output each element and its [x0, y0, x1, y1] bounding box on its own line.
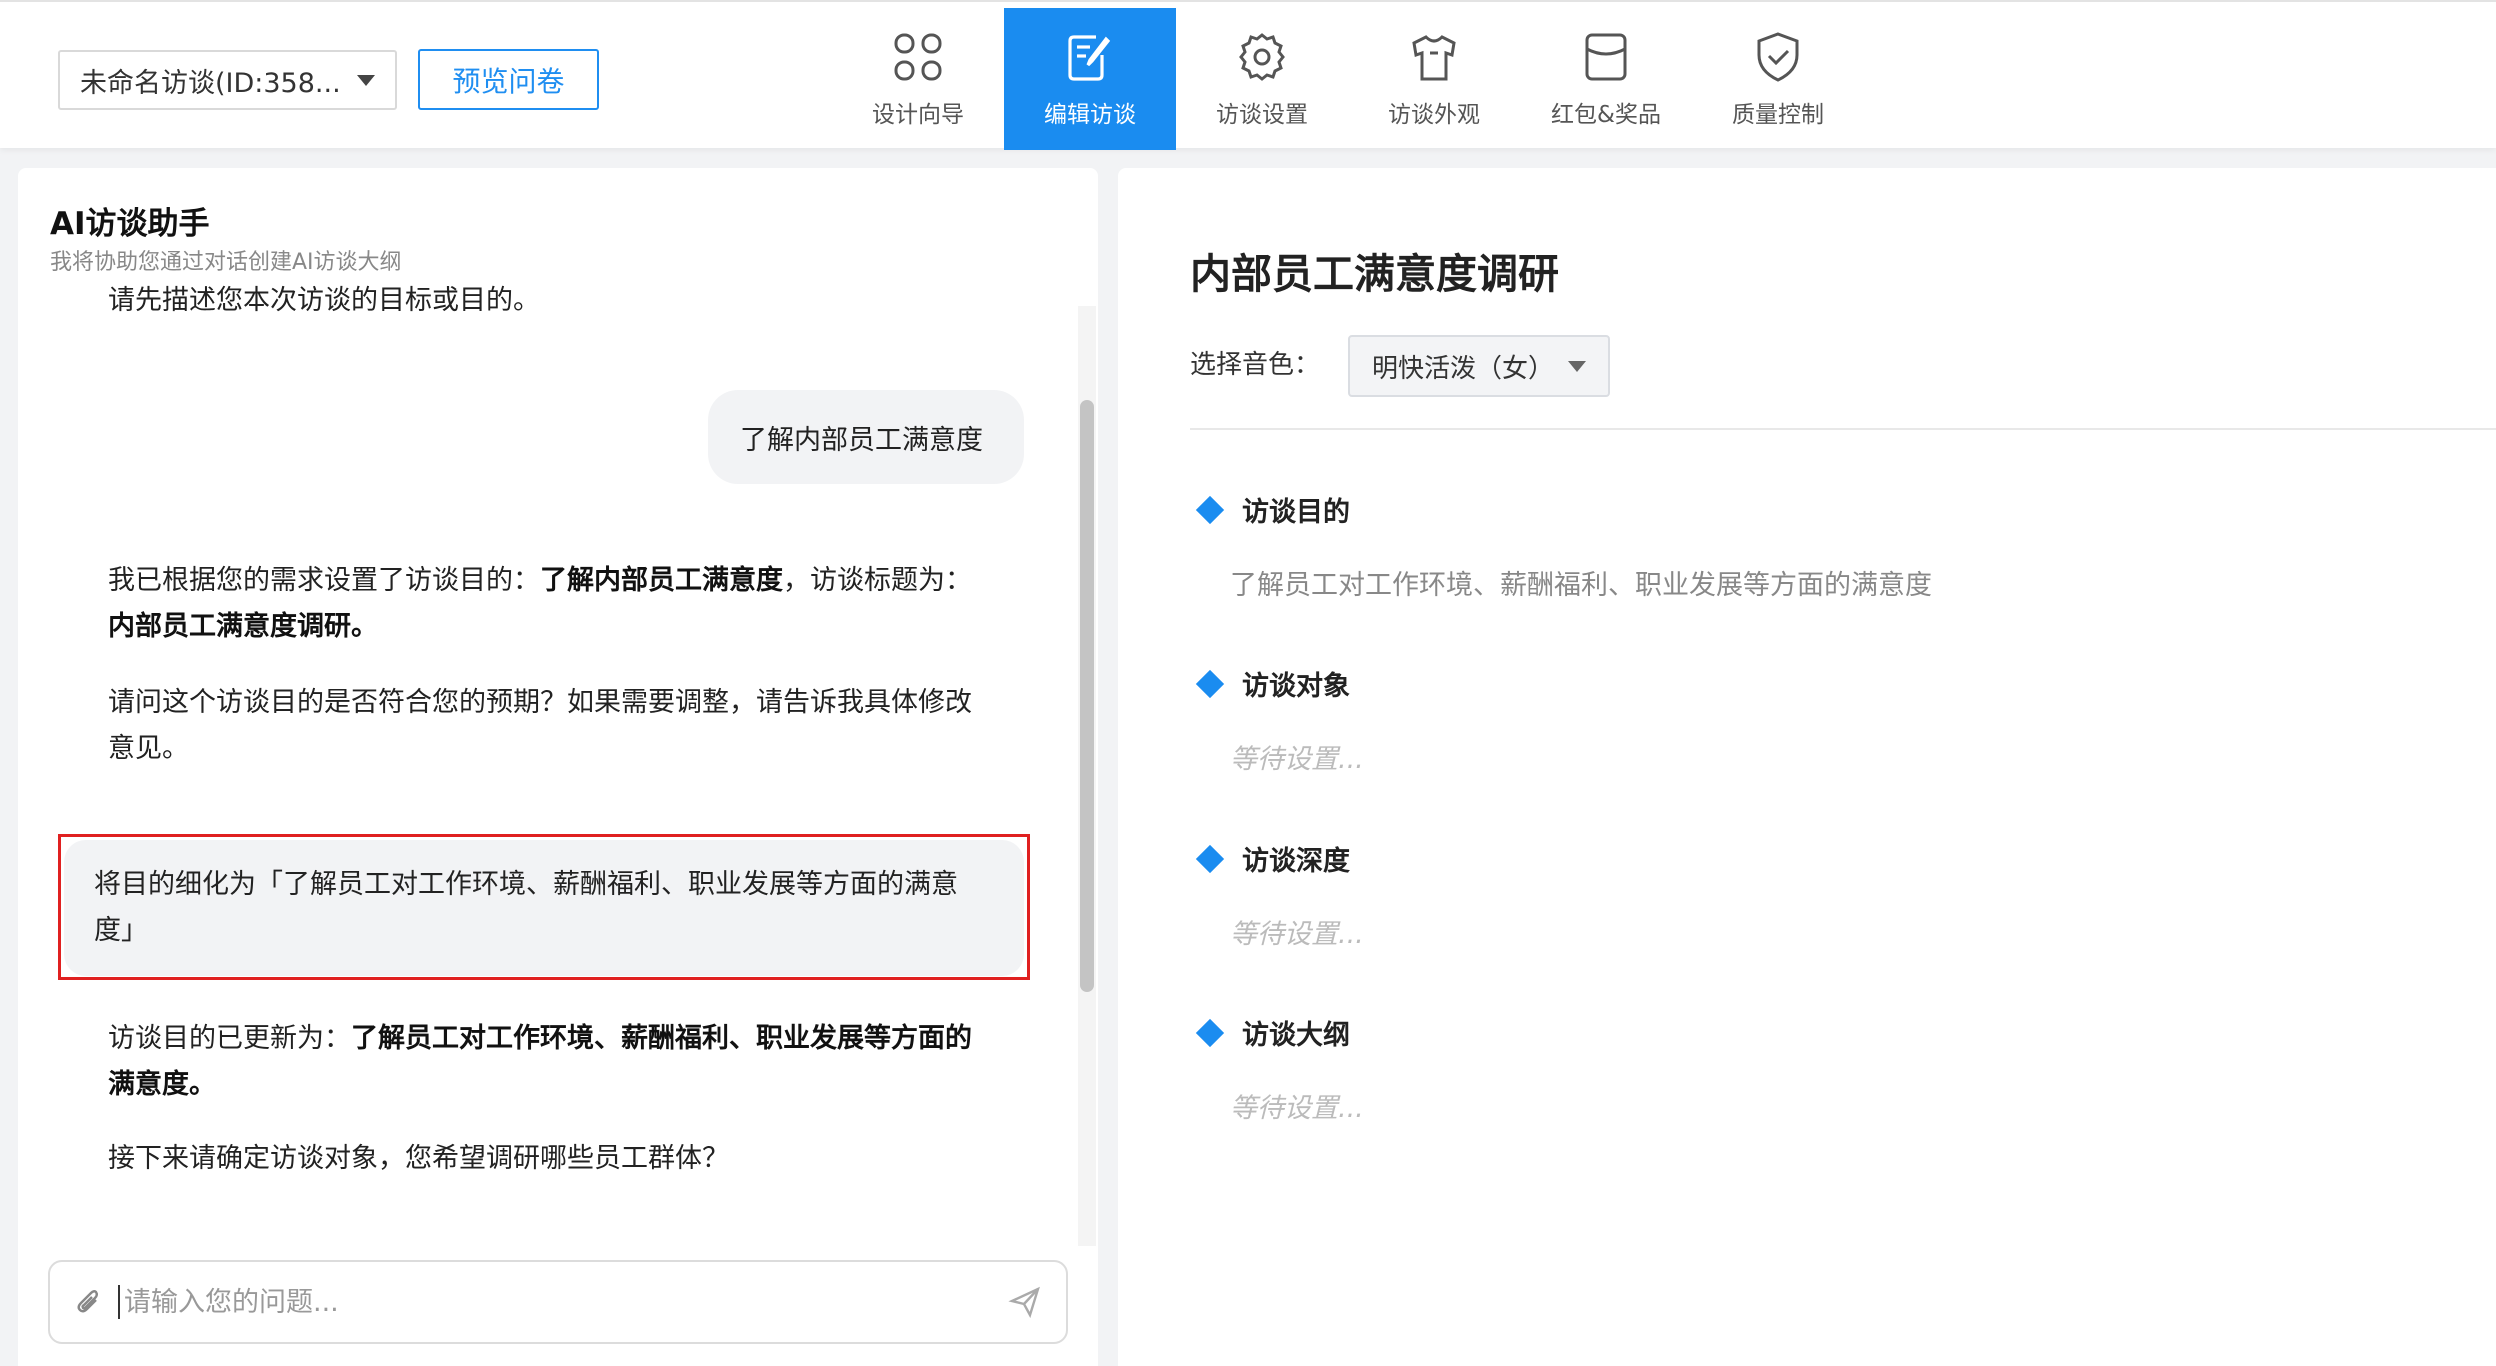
section-interview-purpose: 访谈目的 了解员工对工作环境、薪酬福利、职业发展等方面的满意度	[1190, 490, 1932, 602]
top-bar: 未命名访谈(ID:358... 预览问卷 设计向导 编辑访谈 访谈设置 访谈外观…	[0, 0, 2496, 150]
section-body: 等待设置...	[1230, 744, 1364, 775]
nav-design-wizard[interactable]: 设计向导	[832, 8, 1004, 150]
diamond-icon	[1195, 669, 1225, 698]
shield-check-icon	[1757, 32, 1799, 82]
envelope-icon	[1585, 33, 1627, 81]
nav-quality-control[interactable]: 质量控制	[1692, 8, 1864, 150]
survey-outline-panel: 内部员工满意度调研 选择音色： 明快活泼（女） 访谈目的 了解员工对工作环境、薪…	[1118, 168, 2496, 1366]
nav-label: 红包&奖品	[1551, 102, 1661, 128]
survey-select-value: 未命名访谈(ID:358...	[80, 67, 341, 99]
main-nav: 设计向导 编辑访谈 访谈设置 访谈外观 红包&奖品 质量控制	[832, 8, 1864, 150]
section-body: 了解员工对工作环境、薪酬福利、职业发展等方面的满意度	[1230, 570, 1932, 601]
assistant-message: 访谈目的已更新为：了解员工对工作环境、薪酬福利、职业发展等方面的 满意度。	[108, 1023, 972, 1100]
survey-title: 内部员工满意度调研	[1190, 250, 1559, 298]
preview-button[interactable]: 预览问卷	[418, 49, 599, 110]
diamond-icon	[1195, 1018, 1225, 1047]
chat-input[interactable]	[118, 1285, 1008, 1319]
section-body: 等待设置...	[1230, 1093, 1364, 1124]
diamond-icon	[1195, 844, 1225, 873]
diamond-icon	[1195, 495, 1225, 524]
nav-interview-settings[interactable]: 访谈设置	[1176, 8, 1348, 150]
user-message: 了解内部员工满意度	[708, 390, 1024, 484]
nav-edit-interview[interactable]: 编辑访谈	[1004, 8, 1176, 150]
section-title: 访谈目的	[1242, 497, 1350, 528]
assistant-subtitle: 我将协助您通过对话创建AI访谈大纲	[50, 250, 402, 275]
chat-history[interactable]: 请先描述您本次访谈的目标或目的。 了解内部员工满意度 我已根据您的需求设置了访谈…	[18, 278, 1078, 1238]
nav-label: 访谈设置	[1216, 102, 1308, 128]
divider	[1190, 428, 2496, 430]
grid-icon	[894, 33, 942, 81]
paperclip-icon[interactable]	[74, 1287, 104, 1317]
assistant-message: 我已根据您的需求设置了访谈目的：了解内部员工满意度，访谈标题为： 内部员工满意度…	[108, 565, 972, 642]
send-icon[interactable]	[1008, 1285, 1042, 1319]
shirt-icon	[1412, 35, 1456, 81]
section-title: 访谈深度	[1242, 846, 1350, 877]
nav-label: 编辑访谈	[1044, 102, 1136, 128]
section-body: 等待设置...	[1230, 919, 1364, 950]
edit-icon	[1068, 35, 1111, 81]
chat-input-box[interactable]	[48, 1260, 1068, 1344]
section-interview-target: 访谈对象 等待设置...	[1190, 664, 1364, 776]
nav-label: 访谈外观	[1388, 102, 1480, 128]
section-title: 访谈对象	[1242, 671, 1350, 702]
chevron-down-icon	[357, 74, 375, 86]
assistant-title: AI访谈助手	[50, 206, 210, 242]
nav-red-packet-prizes[interactable]: 红包&奖品	[1520, 8, 1692, 150]
voice-select[interactable]: 明快活泼（女）	[1348, 335, 1610, 397]
assistant-message: 接下来请确定访谈对象，您希望调研哪些员工群体？	[108, 1143, 729, 1174]
survey-select[interactable]: 未命名访谈(ID:358...	[58, 50, 397, 110]
voice-select-value: 明快活泼（女）	[1372, 353, 1555, 384]
section-title: 访谈大纲	[1242, 1020, 1350, 1051]
assistant-message: 请先描述您本次访谈的目标或目的。	[108, 285, 540, 316]
assistant-message: 请问这个访谈目的是否符合您的预期？如果需要调整，请告诉我具体修改 意见。	[108, 687, 972, 764]
highlight-box	[58, 834, 1030, 980]
voice-label: 选择音色：	[1190, 350, 1321, 380]
nav-label: 设计向导	[872, 102, 964, 128]
nav-label: 质量控制	[1732, 102, 1824, 128]
nav-interview-appearance[interactable]: 访谈外观	[1348, 8, 1520, 150]
chat-scrollbar-thumb[interactable]	[1080, 400, 1094, 992]
gear-icon	[1239, 33, 1285, 81]
section-interview-outline: 访谈大纲 等待设置...	[1190, 1013, 1364, 1125]
section-interview-depth: 访谈深度 等待设置...	[1190, 839, 1364, 951]
ai-assistant-panel: AI访谈助手 我将协助您通过对话创建AI访谈大纲 请先描述您本次访谈的目标或目的…	[18, 168, 1098, 1366]
chevron-down-icon	[1568, 360, 1586, 372]
